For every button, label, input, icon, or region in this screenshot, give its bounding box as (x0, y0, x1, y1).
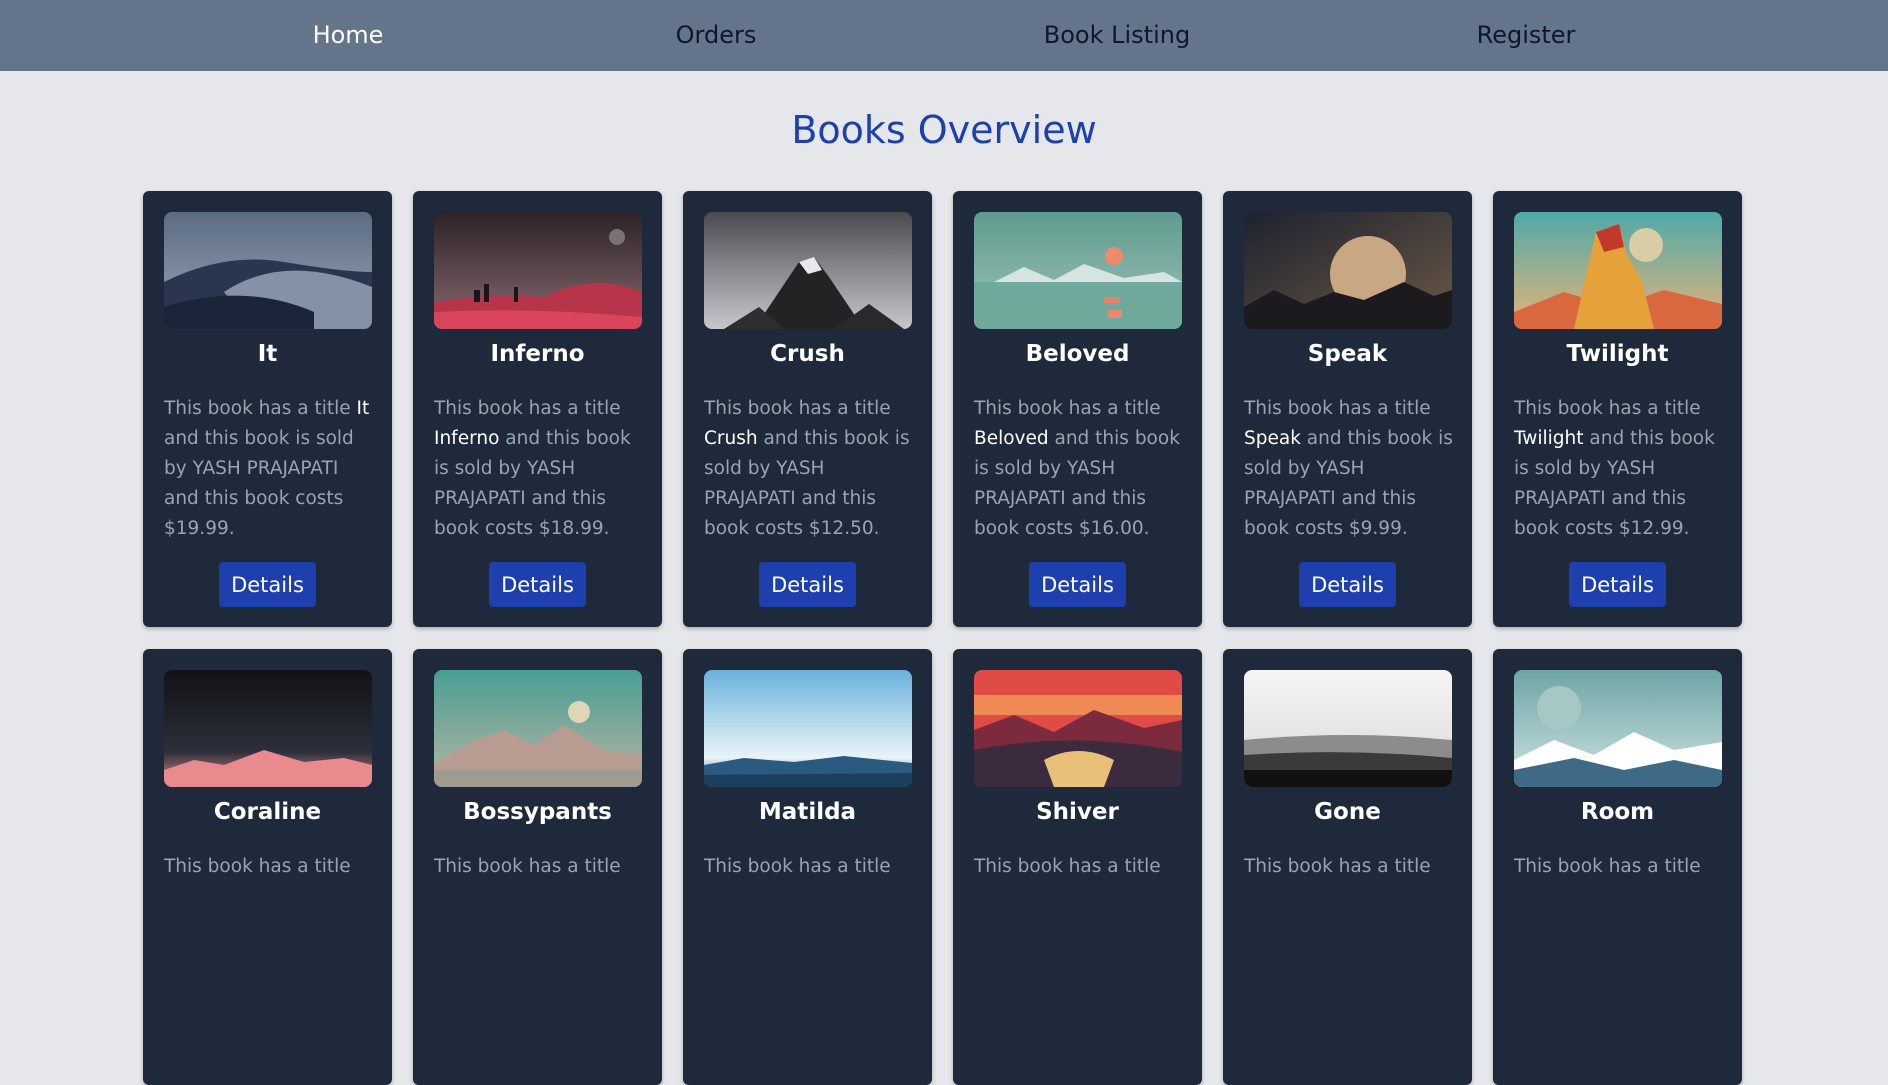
book-card: Coraline This book has a title (143, 649, 392, 1085)
nav-orders-link[interactable]: Orders (676, 0, 757, 71)
book-description: This book has a title (974, 856, 1161, 877)
book-card: Crush This book has a title Crush and th… (683, 191, 932, 627)
book-cover-image (1514, 212, 1722, 329)
book-title: Room (1580, 799, 1655, 825)
book-cover-image (1514, 670, 1722, 787)
book-description: This book has a title (164, 856, 351, 877)
book-description: This book has a title (434, 856, 621, 877)
book-title: Inferno (490, 341, 585, 367)
book-description: This book has a title (1244, 856, 1431, 877)
details-button[interactable]: Details (1029, 562, 1126, 607)
book-description: This book has a title Twilight and this … (1514, 398, 1715, 539)
top-navbar: Home Orders Book Listing Register (0, 0, 1888, 71)
details-button[interactable]: Details (219, 562, 316, 607)
book-title: Coraline (213, 799, 322, 825)
book-card: Beloved This book has a title Beloved an… (953, 191, 1202, 627)
book-description: This book has a title Speak and this boo… (1244, 398, 1453, 539)
book-description: This book has a title (704, 856, 891, 877)
book-title: Beloved (1025, 341, 1130, 367)
book-cover-image (974, 670, 1182, 787)
book-title: Crush (770, 341, 845, 367)
details-button[interactable]: Details (1569, 562, 1666, 607)
book-title: Bossypants (463, 799, 612, 825)
nav-book-listing-link[interactable]: Book Listing (1044, 0, 1190, 71)
book-title: Matilda (758, 799, 857, 825)
page-title: Books Overview (791, 108, 1097, 152)
nav-register-link[interactable]: Register (1477, 0, 1576, 71)
book-title: Gone (1314, 799, 1381, 825)
book-cover-image (164, 212, 372, 329)
details-button[interactable]: Details (489, 562, 586, 607)
book-card: Inferno This book has a title Inferno an… (413, 191, 662, 627)
details-button[interactable]: Details (759, 562, 856, 607)
book-card: Twilight This book has a title Twilight … (1493, 191, 1742, 627)
book-card: Speak This book has a title Speak and th… (1223, 191, 1472, 627)
book-description: This book has a title (1514, 856, 1701, 877)
book-cover-image (704, 212, 912, 329)
book-title: It (257, 341, 278, 367)
book-cover-image (1244, 670, 1452, 787)
book-description: This book has a title Inferno and this b… (434, 398, 631, 539)
book-cover-image (704, 670, 912, 787)
book-card: Room This book has a title (1493, 649, 1742, 1085)
book-cover-image (434, 670, 642, 787)
book-description: This book has a title It and this book i… (164, 398, 370, 539)
nav-home-link[interactable]: Home (313, 0, 384, 71)
book-cover-image (434, 212, 642, 329)
book-card: It This book has a title It and this boo… (143, 191, 392, 627)
book-title: Shiver (1036, 799, 1119, 825)
book-description: This book has a title Beloved and this b… (974, 398, 1180, 539)
book-title: Twilight (1566, 341, 1669, 367)
book-description: This book has a title Crush and this boo… (704, 398, 910, 539)
book-cover-image (1244, 212, 1452, 329)
book-card: Matilda This book has a title (683, 649, 932, 1085)
details-button[interactable]: Details (1299, 562, 1396, 607)
book-cover-image (974, 212, 1182, 329)
book-cover-image (164, 670, 372, 787)
book-card: Gone This book has a title (1223, 649, 1472, 1085)
book-card: Bossypants This book has a title (413, 649, 662, 1085)
book-title: Speak (1307, 341, 1388, 367)
book-card: Shiver This book has a title (953, 649, 1202, 1085)
